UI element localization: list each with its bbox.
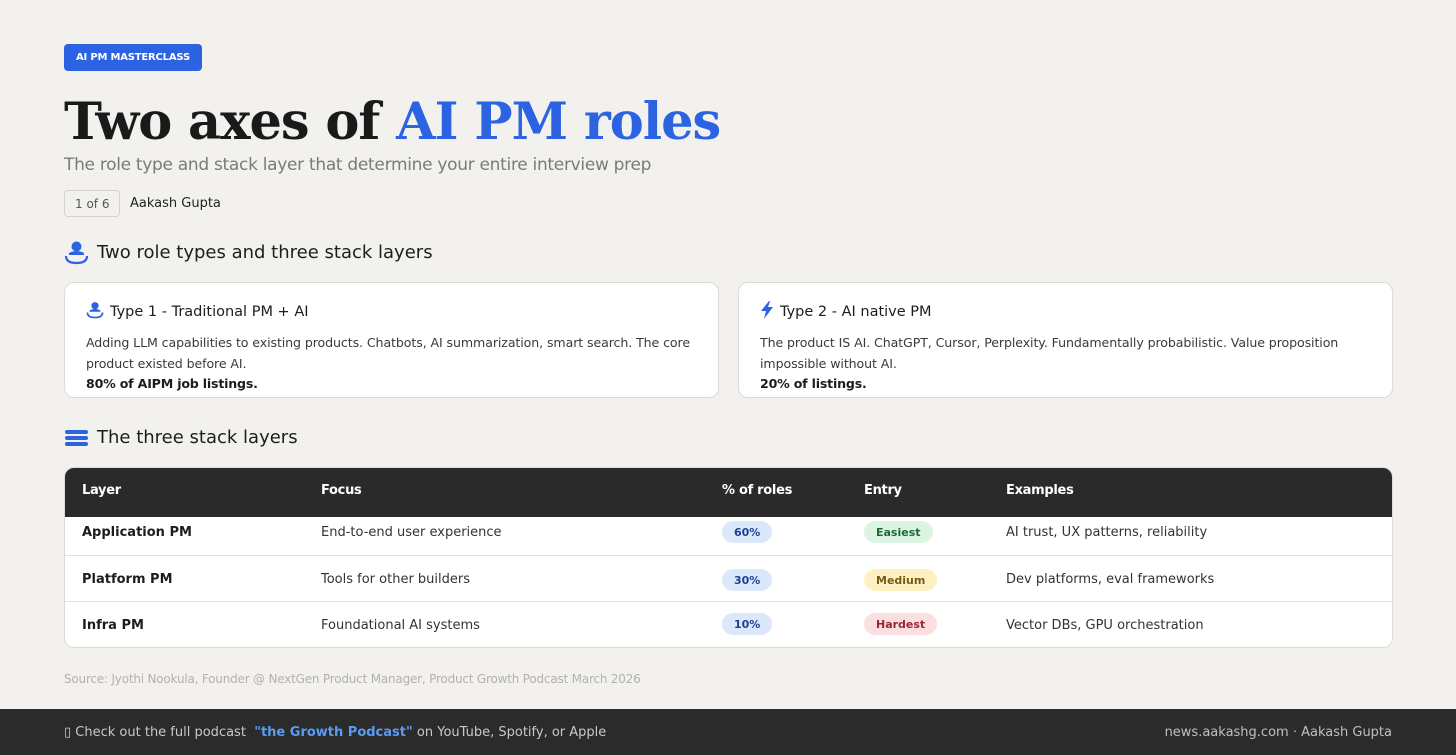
section-heading-text: Two role types and three stack layers bbox=[97, 242, 433, 263]
masterclass-badge: AI PM MASTERCLASS bbox=[64, 44, 202, 71]
podcast-link[interactable]: "the Growth Podcast" bbox=[254, 725, 413, 740]
layer-cell: Infra PM bbox=[82, 618, 144, 633]
card-title: Type 2 - AI native PM bbox=[760, 301, 1371, 323]
entry-badge: Hardest bbox=[864, 613, 938, 635]
table-row: Infra PM Foundational AI systems 10% Har… bbox=[65, 602, 1392, 647]
focus-cell: End-to-end user experience bbox=[321, 525, 502, 540]
focus-cell: Foundational AI systems bbox=[321, 618, 480, 633]
user-ring-icon bbox=[64, 240, 89, 265]
section-heading-text: The three stack layers bbox=[97, 427, 298, 448]
examples-cell: AI trust, UX patterns, reliability bbox=[1006, 525, 1208, 540]
card-title-text: Type 2 - AI native PM bbox=[780, 304, 932, 320]
column-header: % of roles bbox=[722, 483, 793, 498]
page-subtitle: The role type and stack layer that deter… bbox=[64, 155, 652, 175]
card-stat: 20% of listings. bbox=[760, 376, 867, 391]
entry-badge: Easiest bbox=[864, 521, 933, 543]
section-heading-stack-layers: The three stack layers bbox=[64, 427, 298, 448]
lightning-icon bbox=[760, 301, 774, 323]
pct-badge: 10% bbox=[722, 613, 773, 635]
footer-suffix: on YouTube, Spotify, or Apple bbox=[416, 725, 607, 740]
user-ring-icon bbox=[86, 301, 104, 323]
examples-cell: Vector DBs, GPU orchestration bbox=[1006, 618, 1204, 633]
card-stat: 80% of AIPM job listings. bbox=[86, 376, 258, 391]
card-title-text: Type 1 - Traditional PM + AI bbox=[110, 304, 309, 320]
entry-badge: Medium bbox=[864, 569, 938, 591]
source-citation: Source: Jyothi Nookula, Founder @ NextGe… bbox=[64, 672, 641, 686]
table-row: Application PM End-to-end user experienc… bbox=[65, 510, 1392, 556]
footer-left: ▯ Check out the full podcast "the Growth… bbox=[64, 725, 606, 740]
footer-site-link[interactable]: news.aakashg.com · Aakash Gupta bbox=[1165, 725, 1392, 740]
role-type-card-2: Type 2 - AI native PM The product IS AI.… bbox=[738, 282, 1393, 398]
title-accent: AI PM roles bbox=[396, 92, 721, 152]
footer-prefix: Check out the full podcast bbox=[75, 725, 246, 740]
pct-badge: 60% bbox=[722, 521, 773, 543]
section-heading-role-types: Two role types and three stack layers bbox=[64, 240, 433, 265]
author-name: Aakash Gupta bbox=[130, 196, 221, 211]
page-title: Two axes of AI PM roles bbox=[64, 92, 721, 152]
title-main: Two axes of bbox=[64, 92, 397, 152]
stack-layers-table: Layer Focus % of roles Entry Examples Ap… bbox=[64, 467, 1393, 648]
table-row: Platform PM Tools for other builders 30%… bbox=[65, 556, 1392, 602]
examples-cell: Dev platforms, eval frameworks bbox=[1006, 572, 1215, 587]
pct-badge: 30% bbox=[722, 569, 773, 591]
focus-cell: Tools for other builders bbox=[321, 572, 471, 587]
column-header: Entry bbox=[864, 483, 902, 498]
page-indicator: 1 of 6 bbox=[64, 190, 121, 217]
podcast-icon: ▯ bbox=[64, 725, 72, 740]
card-title: Type 1 - Traditional PM + AI bbox=[86, 301, 697, 323]
stack-layers-icon bbox=[64, 429, 89, 447]
footer-bar: ▯ Check out the full podcast "the Growth… bbox=[0, 709, 1456, 755]
layer-cell: Application PM bbox=[82, 525, 192, 540]
column-header: Focus bbox=[321, 483, 362, 498]
column-header: Layer bbox=[82, 483, 121, 498]
role-type-card-1: Type 1 - Traditional PM + AI Adding LLM … bbox=[64, 282, 719, 398]
card-description: The product IS AI. ChatGPT, Cursor, Perp… bbox=[760, 335, 1339, 371]
layer-cell: Platform PM bbox=[82, 572, 173, 587]
card-description: Adding LLM capabilities to existing prod… bbox=[86, 335, 690, 371]
column-header: Examples bbox=[1006, 483, 1074, 498]
